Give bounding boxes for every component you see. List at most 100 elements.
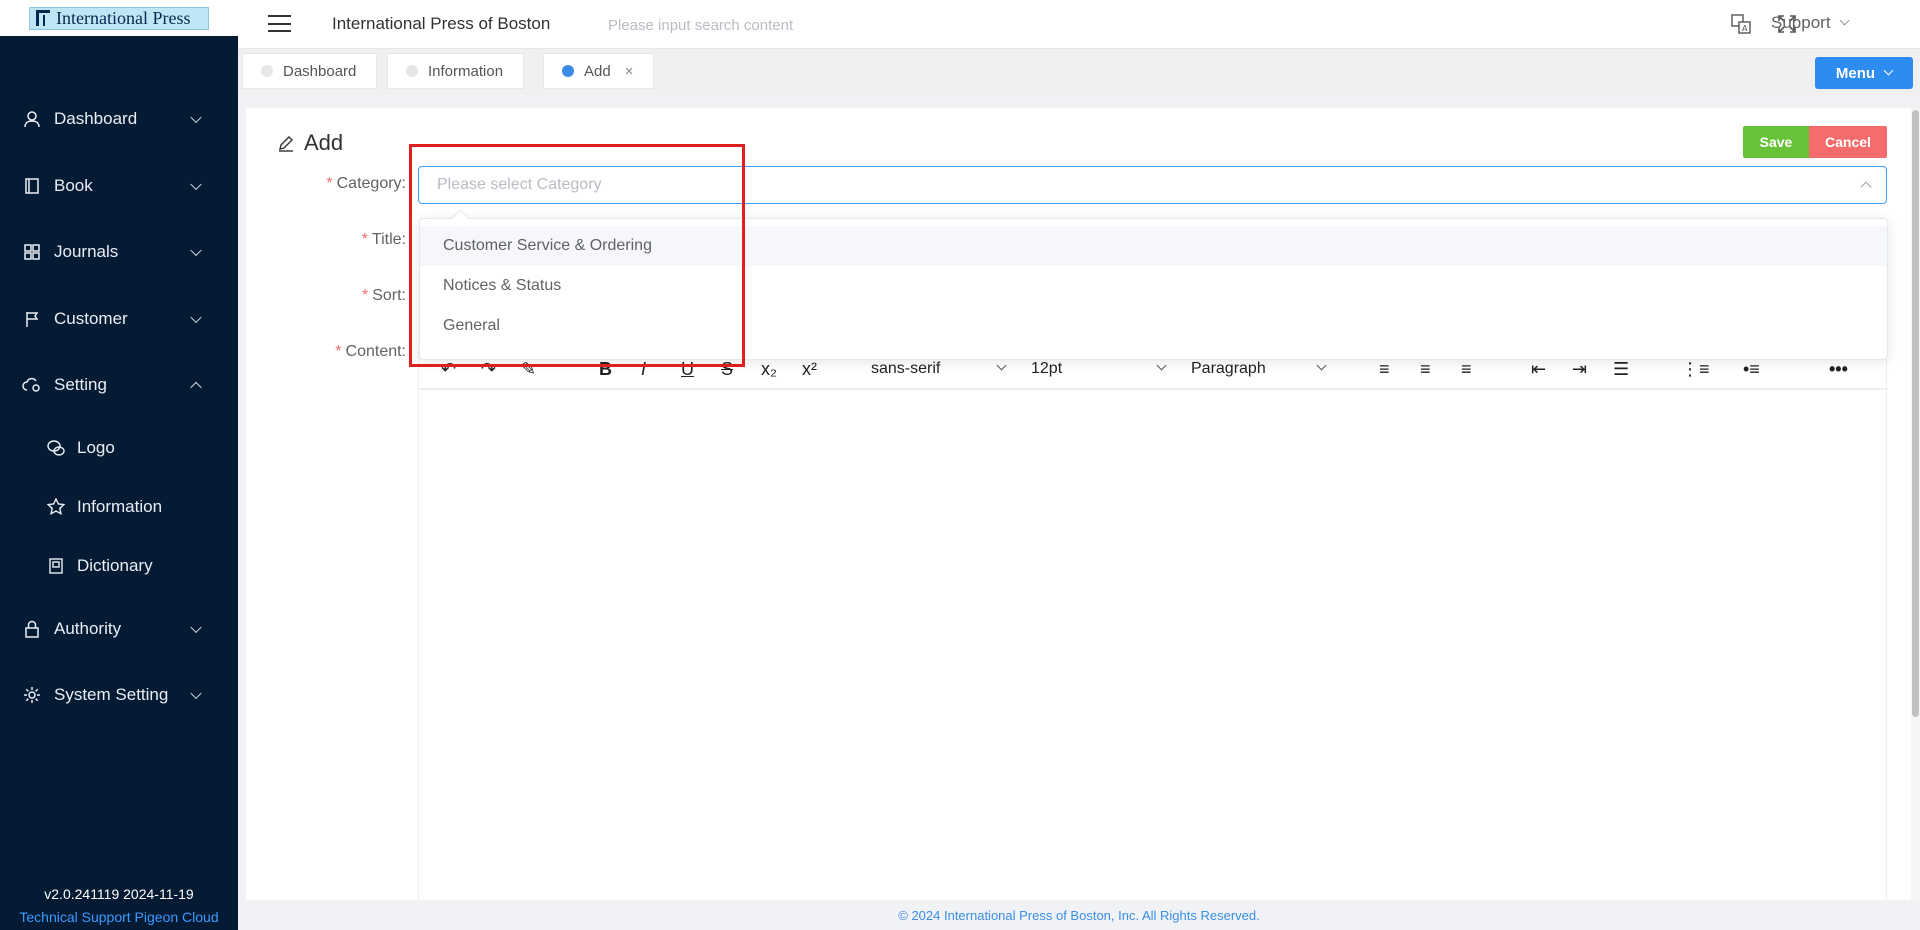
align-right-icon[interactable]: ≡ xyxy=(1461,359,1472,380)
hamburger-menu-icon[interactable] xyxy=(268,15,291,32)
block-format-value: Paragraph xyxy=(1191,360,1266,377)
numbered-list-icon[interactable]: ⋮≡ xyxy=(1681,359,1710,380)
menu-button-label: Menu xyxy=(1835,64,1876,82)
dropdown-option[interactable]: Customer Service & Ordering xyxy=(420,226,1887,266)
font-size-select[interactable]: 12pt xyxy=(1023,357,1173,381)
tab-dashboard[interactable]: Dashboard xyxy=(242,53,378,89)
chevron-down-icon xyxy=(1156,360,1167,371)
chevron-down-icon xyxy=(1883,65,1894,75)
sidebar-subitem-logo[interactable]: Logo xyxy=(0,419,238,478)
format-painter-icon[interactable]: ✎ xyxy=(521,359,536,380)
superscript-icon[interactable]: x² xyxy=(802,359,817,380)
edit-icon xyxy=(279,136,293,152)
technical-support-link[interactable]: Technical Support Pigeon Cloud xyxy=(0,909,238,925)
vertical-scrollbar[interactable] xyxy=(1911,108,1920,900)
sidebar-item-book[interactable]: Book xyxy=(0,153,238,220)
tab-label: Information xyxy=(428,62,504,80)
title-label: * Title: xyxy=(246,231,406,249)
tab-status-dot xyxy=(406,65,418,77)
category-dropdown: Customer Service & Ordering Notices & St… xyxy=(419,218,1888,360)
logo-text: International Press xyxy=(56,7,191,28)
translate-icon[interactable]: A xyxy=(1730,13,1752,35)
required-mark: * xyxy=(361,287,369,304)
category-label: * Category: xyxy=(246,175,406,193)
support-label: Support xyxy=(1771,13,1831,32)
redo-icon[interactable]: ↷ xyxy=(481,359,496,380)
page-title: Add xyxy=(276,130,343,156)
sidebar-item-dashboard[interactable]: Dashboard xyxy=(0,86,238,153)
close-icon[interactable]: × xyxy=(625,63,634,80)
sidebar: International Press Dashboard Book Journ… xyxy=(0,0,238,930)
footer: © 2024 International Press of Boston, In… xyxy=(238,900,1920,930)
font-family-select[interactable]: sans-serif xyxy=(863,357,1013,381)
more-icon[interactable]: ••• xyxy=(1829,359,1848,380)
tabs-bar: Dashboard Information Add × Menu xyxy=(238,49,1920,95)
sidebar-item-journals[interactable]: Journals xyxy=(0,219,238,286)
save-button[interactable]: Save xyxy=(1743,126,1809,158)
sidebar-item-label: Dashboard xyxy=(54,109,138,129)
lock-icon xyxy=(22,619,42,639)
sidebar-item-setting[interactable]: Setting xyxy=(0,352,238,419)
star-icon xyxy=(47,498,65,516)
sidebar-item-customer[interactable]: Customer xyxy=(0,286,238,353)
logo-bar: International Press xyxy=(0,0,238,36)
sort-label: * Sort: xyxy=(246,287,406,305)
category-select[interactable]: Please select Category xyxy=(418,166,1887,204)
book-icon xyxy=(22,176,42,196)
chevron-down-icon xyxy=(190,311,202,323)
chevron-down-icon xyxy=(190,178,202,190)
indent-icon[interactable]: ⇥ xyxy=(1572,359,1587,380)
block-format-select[interactable]: Paragraph xyxy=(1183,357,1333,381)
chevron-up-icon xyxy=(190,381,202,394)
underline-icon[interactable]: U xyxy=(681,359,694,380)
sidebar-subitem-information[interactable]: Information xyxy=(0,478,238,537)
justify-icon[interactable]: ☰ xyxy=(1613,359,1629,380)
outdent-icon[interactable]: ⇤ xyxy=(1531,359,1546,380)
align-center-icon[interactable]: ≡ xyxy=(1420,359,1431,380)
search-input[interactable] xyxy=(608,12,908,38)
undo-icon[interactable]: ↶ xyxy=(441,359,456,380)
title-label-text: Title: xyxy=(371,231,406,248)
cancel-button[interactable]: Cancel xyxy=(1809,126,1887,158)
content-label: * Content: xyxy=(246,343,406,361)
category-label-text: Category: xyxy=(336,175,406,192)
dropdown-option[interactable]: Notices & Status xyxy=(420,266,1887,306)
chevron-down-icon xyxy=(996,360,1007,371)
logo[interactable]: International Press xyxy=(29,6,209,30)
tab-add[interactable]: Add × xyxy=(543,53,655,89)
chevron-down-icon xyxy=(1316,360,1327,371)
rich-text-editor[interactable]: ↶ ↷ ✎ B I U S x₂ x² sans-serif 12pt Para… xyxy=(418,351,1888,900)
sidebar-menu: Dashboard Book Journals Customer Setting… xyxy=(0,86,238,729)
chevron-down-icon xyxy=(190,244,202,257)
sidebar-item-system-setting[interactable]: System Setting xyxy=(0,662,238,729)
menu-button[interactable]: Menu xyxy=(1815,57,1913,89)
sidebar-subitem-label: Logo xyxy=(77,438,115,457)
sidebar-item-label: System Setting xyxy=(54,685,169,705)
bold-icon[interactable]: B xyxy=(599,359,612,380)
sidebar-subitem-dictionary[interactable]: Dictionary xyxy=(0,537,238,596)
chevron-down-icon xyxy=(190,111,202,124)
italic-icon[interactable]: I xyxy=(641,359,646,380)
sidebar-item-label: Journals xyxy=(54,242,119,262)
chevron-down-icon xyxy=(190,687,202,700)
scrollbar-thumb[interactable] xyxy=(1912,110,1919,717)
cloud-gear-icon xyxy=(22,375,42,395)
sidebar-item-label: Setting xyxy=(54,375,107,395)
required-mark: * xyxy=(335,343,342,360)
sidebar-item-authority[interactable]: Authority xyxy=(0,596,238,663)
strikethrough-icon[interactable]: S xyxy=(721,359,733,380)
top-header: International Press of Boston A Support xyxy=(238,0,1920,49)
align-left-icon[interactable]: ≡ xyxy=(1379,359,1390,380)
bullet-list-icon[interactable]: •≡ xyxy=(1743,359,1760,380)
notebook-icon xyxy=(47,557,65,575)
subscript-icon[interactable]: x₂ xyxy=(761,359,777,380)
tab-information[interactable]: Information xyxy=(387,53,525,89)
dropdown-option[interactable]: General xyxy=(420,306,1887,346)
copyright-text: © 2024 International Press of Boston, In… xyxy=(898,907,1260,923)
tab-status-dot xyxy=(562,65,574,77)
sort-label-text: Sort: xyxy=(372,287,406,304)
user-icon xyxy=(22,109,42,129)
sidebar-item-label: Authority xyxy=(54,618,122,638)
svg-text:A: A xyxy=(1742,24,1748,33)
support-dropdown[interactable]: Support xyxy=(1771,13,1849,33)
